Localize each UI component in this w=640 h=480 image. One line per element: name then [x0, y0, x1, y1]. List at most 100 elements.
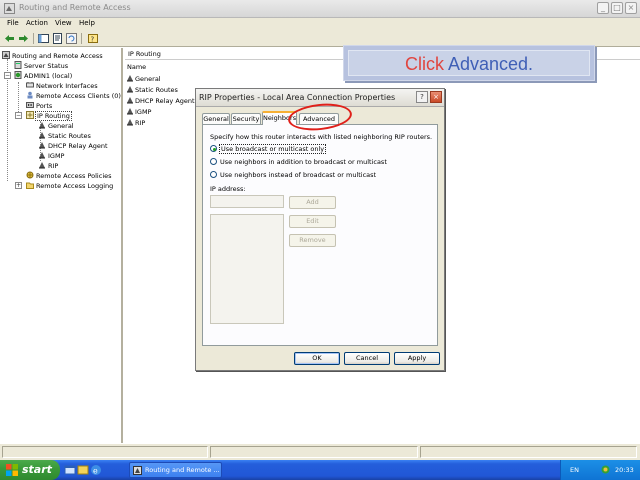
explorer-icon[interactable]: [77, 464, 89, 476]
status-segment: [2, 446, 208, 458]
tree-item-label: IP Routing: [35, 111, 72, 121]
back-arrow-icon[interactable]: [4, 33, 15, 44]
window-title: Routing and Remote Access: [19, 3, 131, 12]
start-label: start: [22, 463, 52, 476]
tree-item-label: Routing and Remote Access: [12, 52, 103, 60]
internet-explorer-icon[interactable]: e: [90, 464, 102, 476]
system-tray: EN 20:33: [560, 460, 640, 480]
tree-item-static-routes[interactable]: Static Routes: [38, 131, 91, 141]
radio-neighbors-instead[interactable]: [210, 171, 217, 178]
apply-button[interactable]: Apply: [394, 352, 440, 365]
routing-icon: [133, 466, 142, 475]
neighbors-tab-panel: Specify how this router interacts with l…: [202, 124, 438, 346]
igmp-icon: [39, 152, 45, 159]
list-item[interactable]: Static Routes: [126, 85, 178, 94]
radio-broadcast-only[interactable]: [210, 145, 217, 152]
tree-item-label: RIP: [48, 162, 59, 170]
tree-item-network-interfaces[interactable]: Network Interfaces: [26, 81, 98, 91]
server-status-icon: [14, 61, 22, 69]
callout-click: Click: [404, 54, 444, 74]
console-tree: Routing and Remote Access Server Status …: [0, 48, 123, 443]
tree-item-general[interactable]: General: [38, 121, 74, 131]
tab-general[interactable]: General: [202, 113, 230, 124]
radio-neighbors-in-addition[interactable]: [210, 158, 217, 165]
rip-icon: [39, 162, 45, 169]
maximize-button[interactable]: □: [611, 2, 623, 14]
tree-item-rip[interactable]: RIP: [38, 161, 58, 171]
option-neighbors-in-addition[interactable]: Use neighbors in addition to broadcast o…: [210, 158, 387, 166]
igmp-icon: [127, 108, 133, 115]
forward-arrow-icon[interactable]: [18, 33, 29, 44]
dhcp-relay-icon: [39, 142, 45, 149]
expand-toggle[interactable]: +: [15, 182, 22, 189]
console-tree-icon[interactable]: [38, 33, 49, 44]
properties-icon[interactable]: [52, 33, 63, 44]
menu-help[interactable]: Help: [79, 19, 95, 27]
ip-address-label: IP address:: [210, 185, 246, 193]
tree-item-ports[interactable]: Ports: [26, 101, 52, 111]
tree-item-server[interactable]: ADMIN1 (local): [14, 71, 72, 81]
add-button[interactable]: Add: [289, 196, 336, 209]
start-button[interactable]: start: [0, 460, 60, 480]
rip-icon: [127, 119, 133, 126]
tree-item-igmp[interactable]: IGMP: [38, 151, 64, 161]
tree-item-remote-access-clients[interactable]: Remote Access Clients (0): [26, 91, 121, 101]
status-segment: [210, 446, 418, 458]
list-item[interactable]: DHCP Relay Agent: [126, 96, 195, 105]
ok-button[interactable]: OK: [294, 352, 340, 365]
tree-connector: [18, 82, 19, 112]
remove-button[interactable]: Remove: [289, 234, 336, 247]
routing-icon: [2, 51, 10, 59]
status-segment: [420, 446, 637, 458]
language-indicator[interactable]: EN: [570, 466, 579, 474]
refresh-icon[interactable]: [66, 33, 77, 44]
clients-icon: [27, 91, 33, 99]
option-neighbors-instead[interactable]: Use neighbors instead of broadcast or mu…: [210, 171, 376, 179]
windows-logo-icon: [6, 464, 18, 476]
minimize-button[interactable]: _: [597, 2, 609, 14]
status-bar: [0, 443, 640, 460]
close-button[interactable]: ×: [625, 2, 637, 14]
menu-action[interactable]: Action: [26, 19, 48, 27]
help-icon[interactable]: ?: [88, 33, 99, 44]
menu-file[interactable]: File: [7, 19, 19, 27]
ip-address-input[interactable]: [210, 195, 284, 208]
tree-item-server-status[interactable]: Server Status: [14, 61, 68, 71]
show-desktop-icon[interactable]: [64, 464, 76, 476]
cancel-button[interactable]: Cancel: [344, 352, 390, 365]
ports-icon: [26, 102, 34, 108]
tree-item-root[interactable]: Routing and Remote Access: [2, 51, 103, 61]
neighbor-list[interactable]: [210, 214, 284, 324]
tree-item-remote-access-logging[interactable]: Remote Access Logging: [26, 181, 113, 191]
list-item[interactable]: IGMP: [126, 107, 151, 116]
tab-security[interactable]: Security: [231, 113, 261, 124]
tree-item-ip-routing[interactable]: IP Routing: [26, 111, 72, 121]
collapse-toggle[interactable]: −: [4, 72, 11, 79]
general-icon: [39, 122, 45, 129]
network-status-icon[interactable]: [601, 465, 610, 474]
window-title-bar: Routing and Remote Access _ □ ×: [0, 0, 640, 18]
list-item[interactable]: General: [126, 74, 161, 83]
edit-button[interactable]: Edit: [289, 215, 336, 228]
tree-item-dhcp-relay-agent[interactable]: DHCP Relay Agent: [38, 141, 108, 151]
clock: 20:33: [615, 466, 634, 474]
tree-item-label: Network Interfaces: [36, 82, 98, 90]
toolbar-separator: [33, 33, 34, 44]
tree-item-label: General: [48, 122, 74, 130]
dialog-close-button[interactable]: ×: [430, 91, 442, 103]
option-broadcast-only[interactable]: Use broadcast or multicast only: [210, 144, 327, 154]
taskbar-item-routing[interactable]: Routing and Remote ...: [129, 462, 222, 478]
neighbors-description: Specify how this router interacts with l…: [210, 133, 433, 141]
static-routes-icon: [39, 132, 45, 139]
tree-item-label: Remote Access Logging: [36, 182, 114, 190]
list-item[interactable]: RIP: [126, 118, 145, 127]
menu-view[interactable]: View: [55, 19, 72, 27]
instruction-callout: Click Advanced.: [343, 45, 595, 81]
folder-icon: [26, 182, 34, 189]
tree-item-label: Static Routes: [48, 132, 91, 140]
tree-item-remote-access-policies[interactable]: Remote Access Policies: [26, 171, 112, 181]
callout-target: Advanced.: [447, 54, 534, 74]
network-interfaces-icon: [26, 82, 34, 88]
dialog-help-button[interactable]: ?: [416, 91, 428, 103]
collapse-toggle[interactable]: −: [15, 112, 22, 119]
